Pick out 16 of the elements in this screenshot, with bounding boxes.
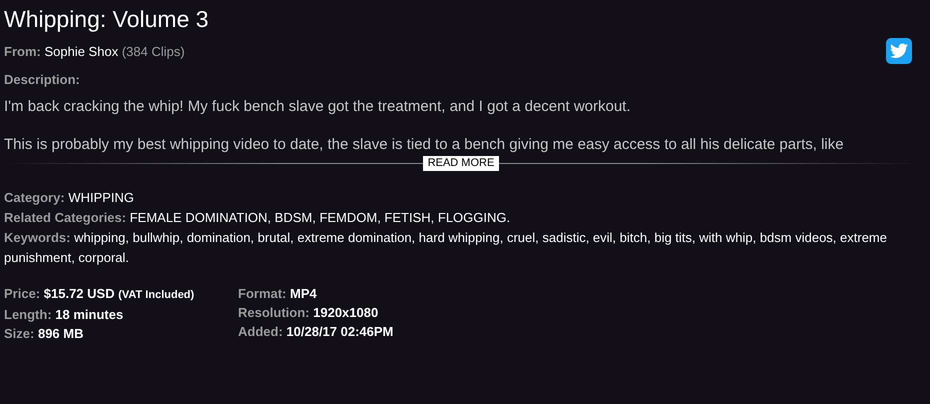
page-title: Whipping: Volume 3 — [4, 5, 210, 34]
author-line: From: Sophie Shox (384 Clips) — [4, 44, 185, 58]
detail-line: Format: MP4 — [238, 285, 318, 303]
detail-line: Added: 10/28/17 02:46PM — [238, 323, 394, 341]
meta-line: Related Categories: FEMALE DOMINATION, BDSM, FEMDOM, FETISH, FLOGGING. — [4, 209, 512, 227]
twitter-share-button[interactable] — [886, 38, 912, 64]
meta-line: Keywords: whipping, bullwhip, domination, brutal, extreme domination, hard whipping, cruel, sadistic, evil, bitch, big tits, with whip, bdsm videos, extreme punishment, corporal. — [4, 229, 888, 267]
detail-line: Resolution: 1920x1080 — [238, 304, 380, 322]
read-more-button[interactable]: READ MORE — [422, 156, 500, 170]
detail-line: Size: 896 MB — [4, 325, 84, 343]
detail-line: Length: 18 minutes — [4, 306, 124, 324]
meta-line: Category: WHIPPING — [4, 189, 136, 207]
description-text: I'm back cracking the whip! My fuck bench slave got the treatment, and I got a decent workout. — [4, 97, 632, 117]
description-text: This is probably my best whipping video to date, the slave is tied to a bench giving me easy access to all his delicate parts, like — [4, 135, 845, 155]
description-label: Description: — [4, 72, 81, 87]
detail-line: Price: $15.72 USD (VAT Included) — [4, 285, 196, 303]
